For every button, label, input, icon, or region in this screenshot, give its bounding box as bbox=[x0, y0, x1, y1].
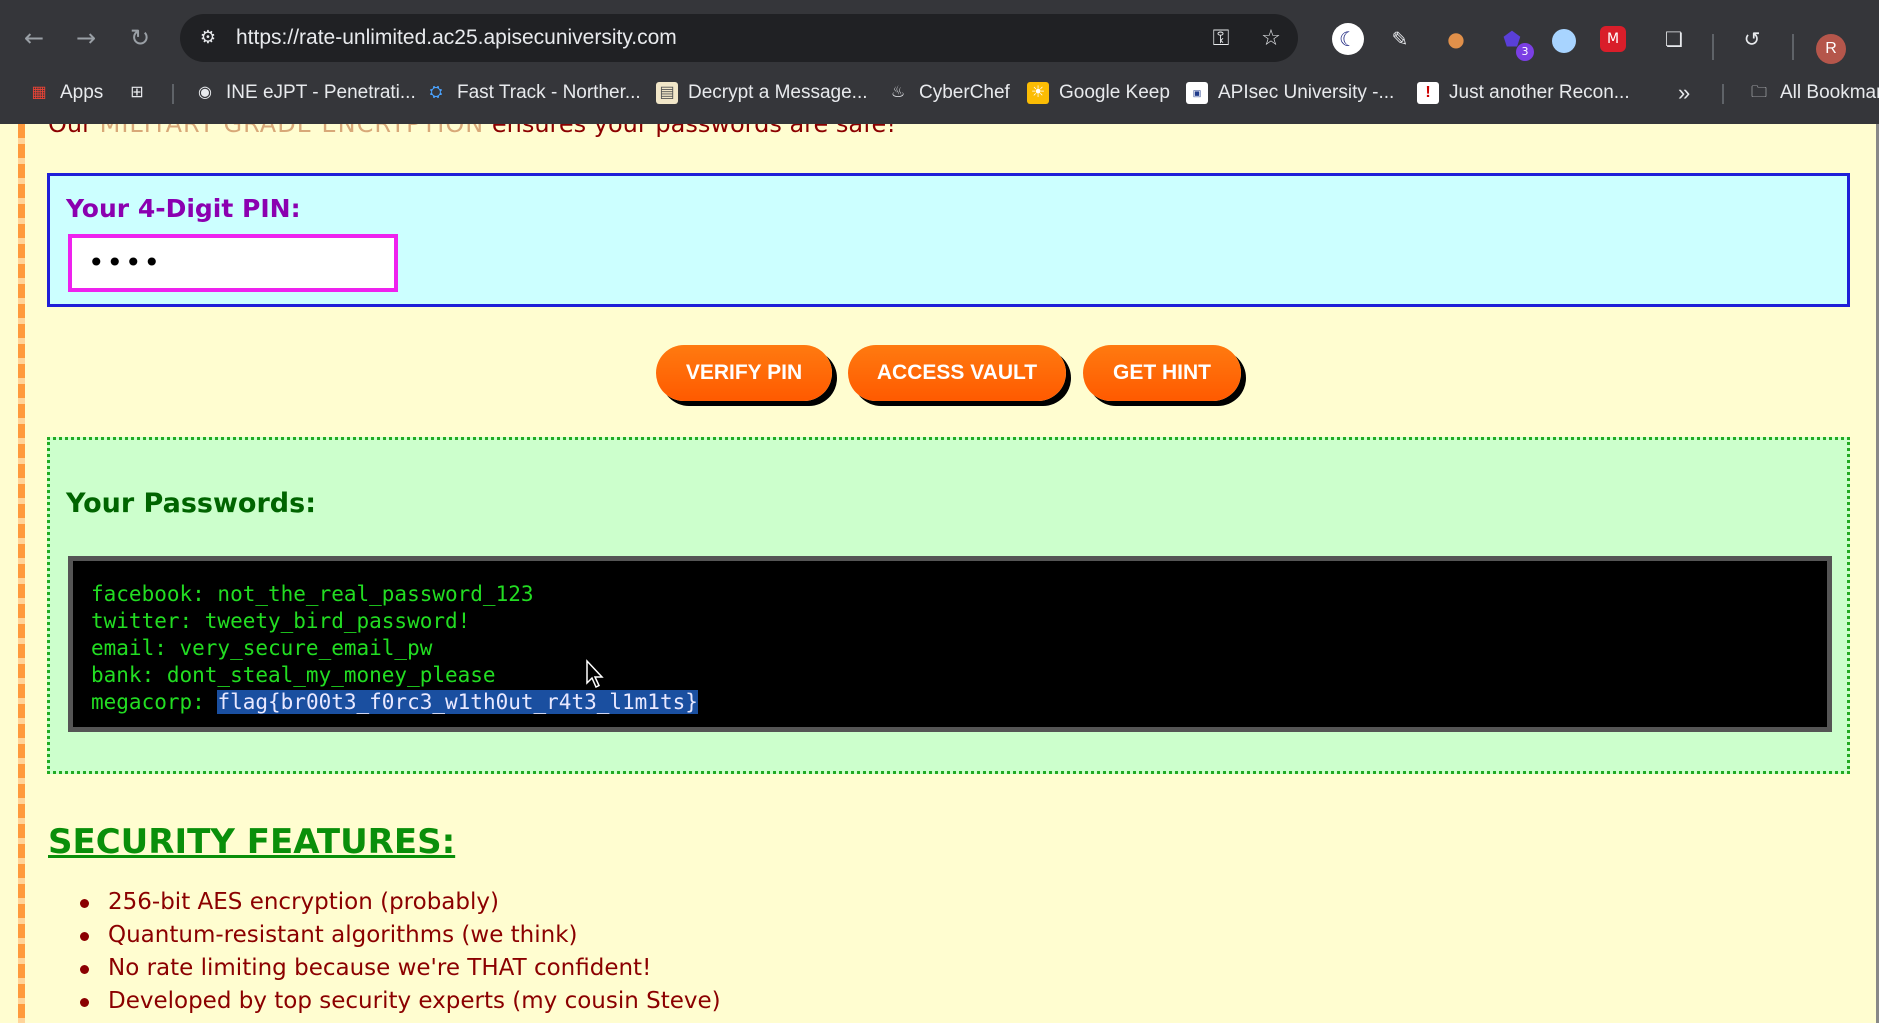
back-arrow-icon[interactable]: ← bbox=[18, 22, 50, 54]
address-bar[interactable]: ⚙ https://rate-unlimited.ac25.apisecuniv… bbox=[180, 14, 1298, 62]
intro-text: Our MILITARY GRADE ENCRYPTION ensures yo… bbox=[48, 124, 896, 152]
toolbar-divider bbox=[1712, 34, 1714, 60]
apps-grid-icon: ▦ bbox=[31, 84, 47, 101]
history-icon[interactable]: ↺ bbox=[1736, 23, 1768, 55]
intro-suffix: ensures your passwords are safe! bbox=[484, 124, 896, 138]
megacorp-label: megacorp: bbox=[91, 690, 218, 714]
list-item: Developed by top security experts (my co… bbox=[80, 985, 721, 1018]
bookmark-label: Apps bbox=[60, 82, 104, 103]
site-info-icon[interactable]: ⚙ bbox=[196, 26, 220, 50]
moon-extension-icon[interactable]: ☾ bbox=[1332, 23, 1364, 55]
bookmark-cyberchef[interactable]: ♨ CyberChef bbox=[887, 74, 1010, 112]
extension-badge: 3 bbox=[1516, 43, 1534, 61]
more-bookmarks-chevron-icon[interactable]: » bbox=[1678, 74, 1690, 112]
password-line-email: email: very_secure_email_pw bbox=[91, 636, 433, 660]
bookmark-ine[interactable]: ◉ INE eJPT - Penetrati... bbox=[194, 74, 416, 112]
page-content: Our MILITARY GRADE ENCRYPTION ensures yo… bbox=[0, 124, 1879, 1023]
url-text[interactable]: https://rate-unlimited.ac25.apisecuniver… bbox=[236, 14, 677, 62]
military-grade-text: MILITARY GRADE ENCRYPTION bbox=[99, 124, 485, 138]
browser-toolbar: ← → ↻ ⚙ https://rate-unlimited.ac25.apis… bbox=[0, 12, 1879, 64]
grid-icon: ⊞ bbox=[130, 84, 144, 101]
chef-hat-icon: ♨ bbox=[890, 84, 906, 101]
password-line-megacorp: megacorp: flag{br00t3_f0rc3_w1th0ut_r4t3… bbox=[91, 689, 1809, 716]
features-list: 256-bit AES encryption (probably) Quantu… bbox=[80, 886, 721, 1018]
reload-icon[interactable]: ↻ bbox=[124, 22, 156, 54]
bookmark-recon[interactable]: ! Just another Recon... bbox=[1417, 74, 1630, 112]
mendeley-extension-icon[interactable]: M bbox=[1600, 26, 1626, 52]
verify-pin-button[interactable]: VERIFY PIN bbox=[656, 345, 832, 401]
decorative-border bbox=[18, 124, 25, 1023]
profile-avatar[interactable]: R bbox=[1816, 34, 1846, 64]
puzzle-extensions-icon[interactable]: ❏ bbox=[1658, 23, 1690, 55]
pin-panel: Your 4-Digit PIN: •••• bbox=[47, 173, 1850, 307]
password-line-bank: bank: dont_steal_my_money_please bbox=[91, 663, 496, 687]
bookmark-apisec[interactable]: ▣ APIsec University -... bbox=[1186, 74, 1394, 112]
circle-extension-icon[interactable] bbox=[1548, 23, 1580, 55]
bookmark-label: Decrypt a Message... bbox=[688, 82, 868, 103]
bookmark-fast-track[interactable]: ⛭ Fast Track - Norther... bbox=[425, 74, 641, 112]
bookmark-decrypt[interactable]: ▤ Decrypt a Message... bbox=[656, 74, 868, 112]
list-item: 256-bit AES encryption (probably) bbox=[80, 886, 721, 919]
shield-extension-icon[interactable]: ⬟ 3 bbox=[1496, 23, 1534, 61]
flag-selected-text[interactable]: flag{br00t3_f0rc3_w1th0ut_r4t3_l1m1ts} bbox=[217, 690, 698, 714]
bookmark-star-icon[interactable]: ☆ bbox=[1258, 26, 1284, 52]
pin-input[interactable]: •••• bbox=[68, 234, 398, 292]
bookmark-divider bbox=[1722, 84, 1724, 104]
folder-icon: 🗀 bbox=[1750, 84, 1767, 101]
keep-icon: ☀ bbox=[1027, 82, 1049, 104]
cookie-extension-icon[interactable]: ● bbox=[1440, 23, 1472, 55]
bookmark-label: INE eJPT - Penetrati... bbox=[226, 82, 416, 103]
passwords-panel: Your Passwords: facebook: not_the_real_p… bbox=[47, 437, 1850, 774]
gear-icon: ⛭ bbox=[429, 84, 443, 101]
all-bookmarks-folder[interactable]: 🗀 All Bookmar bbox=[1748, 74, 1879, 112]
bookmarks-bar: ▦ Apps ⊞ ◉ INE eJPT - Penetrati... ⛭ Fas… bbox=[0, 74, 1879, 112]
list-item: No rate limiting because we're THAT conf… bbox=[80, 952, 721, 985]
bookmark-label: APIsec University -... bbox=[1218, 82, 1395, 103]
bookmark-label: Fast Track - Norther... bbox=[457, 82, 641, 103]
pin-label: Your 4-Digit PIN: bbox=[66, 194, 301, 223]
bookmark-apps[interactable]: ▦ Apps bbox=[28, 74, 103, 112]
mouse-cursor-icon bbox=[586, 659, 604, 689]
document-icon: ▤ bbox=[656, 82, 678, 104]
password-line-twitter: twitter: tweety_bird_password! bbox=[91, 609, 471, 633]
eyedropper-extension-icon[interactable]: ✎ bbox=[1384, 23, 1416, 55]
bookmark-google-keep[interactable]: ☀ Google Keep bbox=[1027, 74, 1170, 112]
passwords-terminal[interactable]: facebook: not_the_real_password_123 twit… bbox=[68, 556, 1832, 732]
access-vault-button[interactable]: ACCESS VAULT bbox=[848, 345, 1066, 401]
password-line-facebook: facebook: not_the_real_password_123 bbox=[91, 582, 534, 606]
bookmark-label: Just another Recon... bbox=[1449, 82, 1630, 103]
password-key-icon[interactable]: ⚿ bbox=[1208, 26, 1234, 52]
exclamation-icon: ! bbox=[1417, 82, 1439, 104]
bookmark-divider bbox=[172, 84, 174, 104]
security-features-heading: SECURITY FEATURES: bbox=[48, 822, 456, 862]
bookmark-label: All Bookmar bbox=[1780, 82, 1879, 103]
bookmark-label: CyberChef bbox=[919, 82, 1010, 103]
passwords-title: Your Passwords: bbox=[66, 488, 316, 519]
get-hint-button[interactable]: GET HINT bbox=[1083, 345, 1241, 401]
intro-prefix: Our bbox=[48, 124, 100, 138]
browser-chrome: ← → ↻ ⚙ https://rate-unlimited.ac25.apis… bbox=[0, 0, 1879, 124]
globe-icon: ◉ bbox=[198, 84, 212, 101]
apisec-icon: ▣ bbox=[1186, 82, 1208, 104]
bookmark-label: Google Keep bbox=[1059, 82, 1170, 103]
tab-groups-icon[interactable]: ⊞ bbox=[126, 74, 158, 112]
list-item: Quantum-resistant algorithms (we think) bbox=[80, 919, 721, 952]
toolbar-divider bbox=[1792, 34, 1794, 60]
forward-arrow-icon[interactable]: → bbox=[70, 22, 102, 54]
